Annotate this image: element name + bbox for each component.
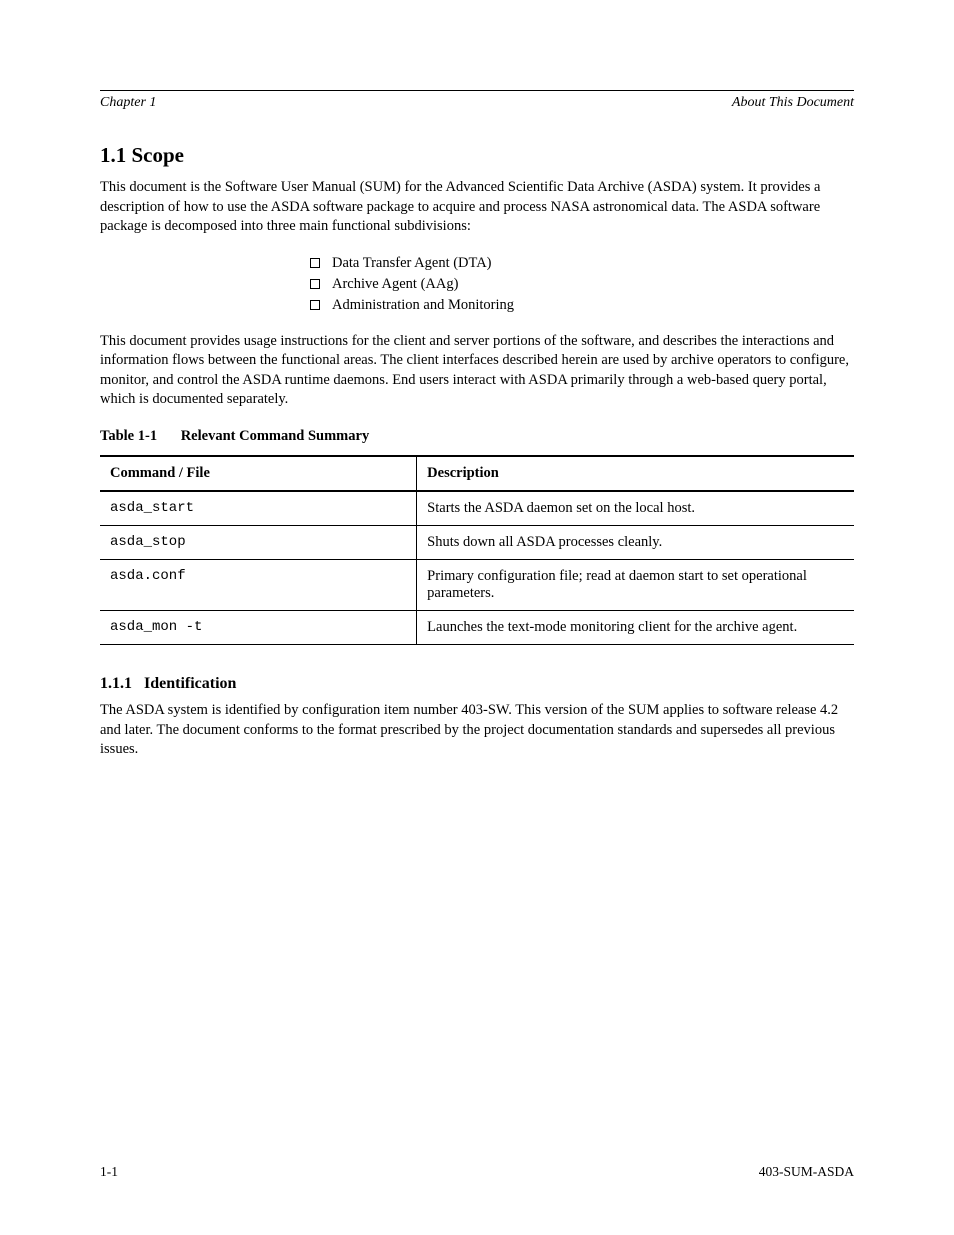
table-cell-command: asda_mon -t	[100, 610, 417, 644]
table-cell-command: asda_stop	[100, 525, 417, 559]
bullet-list: Data Transfer Agent (DTA) Archive Agent …	[310, 255, 854, 314]
intro-paragraph-2: This document provides usage instruction…	[100, 332, 854, 410]
subsection-number: 1.1.1	[100, 675, 132, 692]
subsection-title: Identification	[144, 675, 236, 692]
table-cell-description: Launches the text-mode monitoring client…	[417, 610, 854, 644]
list-item-label: Archive Agent (AAg)	[332, 276, 458, 293]
table-header-command: Command / File	[100, 456, 417, 491]
square-bullet-icon	[310, 279, 320, 289]
table-cell-description: Starts the ASDA daemon set on the local …	[417, 491, 854, 526]
list-item: Archive Agent (AAg)	[310, 276, 854, 293]
header-title: About This Document	[732, 95, 854, 111]
table-row: asda_stop Shuts down all ASDA processes …	[100, 525, 854, 559]
page-footer: 1-1 403-SUM-ASDA	[100, 1164, 854, 1180]
table-cell-description: Shuts down all ASDA processes cleanly.	[417, 525, 854, 559]
square-bullet-icon	[310, 258, 320, 268]
footer-doc-id: 403-SUM-ASDA	[759, 1164, 854, 1180]
table-row: asda.conf Primary configuration file; re…	[100, 559, 854, 610]
table-row: asda_start Starts the ASDA daemon set on…	[100, 491, 854, 526]
subsection-paragraph: The ASDA system is identified by configu…	[100, 701, 854, 760]
table-cell-command: asda_start	[100, 491, 417, 526]
table-header-description: Description	[417, 456, 854, 491]
table-cell-description: Primary configuration file; read at daem…	[417, 559, 854, 610]
table-caption-title: Relevant Command Summary	[181, 428, 370, 444]
list-item-label: Administration and Monitoring	[332, 297, 514, 314]
square-bullet-icon	[310, 300, 320, 310]
table-caption: Table 1-1 Relevant Command Summary	[100, 428, 854, 445]
header-rule	[100, 90, 854, 91]
running-header: Chapter 1 About This Document	[100, 95, 854, 111]
list-item: Data Transfer Agent (DTA)	[310, 255, 854, 272]
header-chapter: Chapter 1	[100, 95, 156, 111]
table-caption-label: Table 1-1	[100, 428, 157, 444]
footer-page-number: 1-1	[100, 1164, 118, 1180]
subsection-heading: 1.1.1 Identification	[100, 675, 854, 693]
section-heading: 1.1 Scope	[100, 143, 854, 168]
list-item-label: Data Transfer Agent (DTA)	[332, 255, 492, 272]
table-cell-command: asda.conf	[100, 559, 417, 610]
table-row: asda_mon -t Launches the text-mode monit…	[100, 610, 854, 644]
list-item: Administration and Monitoring	[310, 297, 854, 314]
intro-paragraph-1: This document is the Software User Manua…	[100, 178, 854, 237]
command-summary-table: Command / File Description asda_start St…	[100, 455, 854, 645]
